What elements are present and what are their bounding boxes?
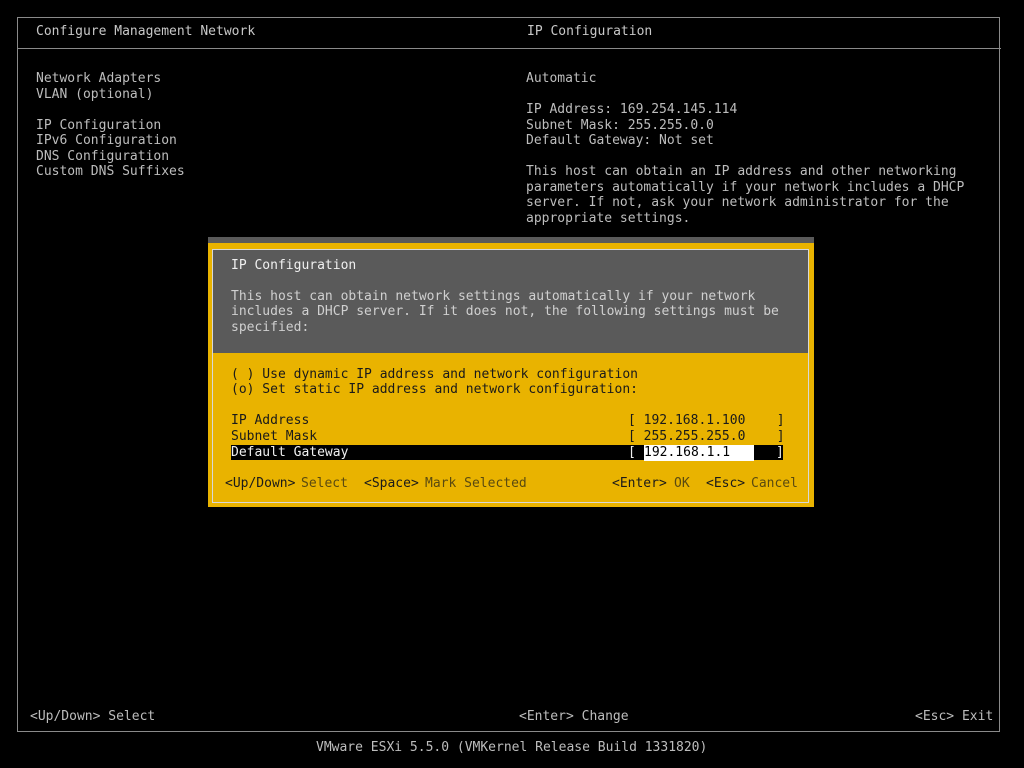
key-esc-desc: Cancel xyxy=(751,476,798,491)
menu-item-custom-dns-suffixes[interactable]: Custom DNS Suffixes xyxy=(36,164,185,180)
radio-dynamic-ip[interactable]: ( ) Use dynamic IP address and network c… xyxy=(231,367,638,383)
dialog-description-line: specified: xyxy=(231,320,310,335)
footer-select-hint: <Up/Down> Select xyxy=(30,709,156,724)
footer-change-hint: <Enter> Change xyxy=(519,709,629,724)
menu-item-dns-configuration[interactable]: DNS Configuration xyxy=(36,149,169,165)
menu-item-ipv6-configuration[interactable]: IPv6 Configuration xyxy=(36,133,177,149)
menu-item-vlan[interactable]: VLAN (optional) xyxy=(36,87,153,103)
dialog-description-line: includes a DHCP server. If it does not, … xyxy=(231,304,779,319)
key-updown-desc: Select xyxy=(301,476,348,491)
footer-exit-hint: <Esc> Exit xyxy=(915,709,994,724)
dialog-title: IP Configuration xyxy=(231,258,357,273)
radio-static-ip[interactable]: (o) Set static IP address and network co… xyxy=(231,382,638,398)
key-updown: <Up/Down> xyxy=(225,476,296,491)
current-default-gateway: Default Gateway: Not set xyxy=(526,133,714,148)
default-gateway-bracket-open: [ xyxy=(628,445,644,460)
header-divider xyxy=(18,48,1001,49)
key-enter-ok[interactable]: <Enter> xyxy=(612,476,667,492)
ip-address-label: IP Address xyxy=(231,413,310,428)
subnet-mask-label: Subnet Mask xyxy=(231,429,318,444)
dialog-description-line: This host can obtain network settings au… xyxy=(231,289,756,304)
key-esc-cancel[interactable]: <Esc> xyxy=(706,476,745,492)
default-gateway-label: Default Gateway xyxy=(231,445,349,460)
key-space: <Space> xyxy=(364,476,419,491)
info-description-line: server. If not, ask your network adminis… xyxy=(526,195,949,210)
info-description-line: parameters automatically if your network… xyxy=(526,180,965,195)
version-string: VMware ESXi 5.5.0 (VMKernel Release Buil… xyxy=(316,740,708,755)
menu-item-network-adapters[interactable]: Network Adapters xyxy=(36,71,161,87)
key-enter-desc: OK xyxy=(674,476,690,491)
ip-address-field[interactable]: [ 192.168.1.100 ] xyxy=(628,413,785,429)
menu-item-ip-configuration[interactable]: IP Configuration xyxy=(36,118,161,134)
section-title: IP Configuration xyxy=(527,24,653,39)
default-gateway-bracket-close: ] xyxy=(776,445,784,460)
page-title: Configure Management Network xyxy=(36,24,256,39)
info-description-line: appropriate settings. xyxy=(526,211,691,226)
current-subnet-mask: Subnet Mask: 255.255.0.0 xyxy=(526,118,714,133)
ip-mode: Automatic xyxy=(526,71,597,86)
dialog-header-band xyxy=(208,237,814,243)
subnet-mask-field[interactable]: [ 255.255.255.0 ] xyxy=(628,429,785,445)
info-description-line: This host can obtain an IP address and o… xyxy=(526,164,957,179)
default-gateway-field[interactable]: 192.168.1.1 xyxy=(644,445,754,461)
current-ip-address: IP Address: 169.254.145.114 xyxy=(526,102,738,117)
key-space-desc: Mark Selected xyxy=(425,476,527,491)
